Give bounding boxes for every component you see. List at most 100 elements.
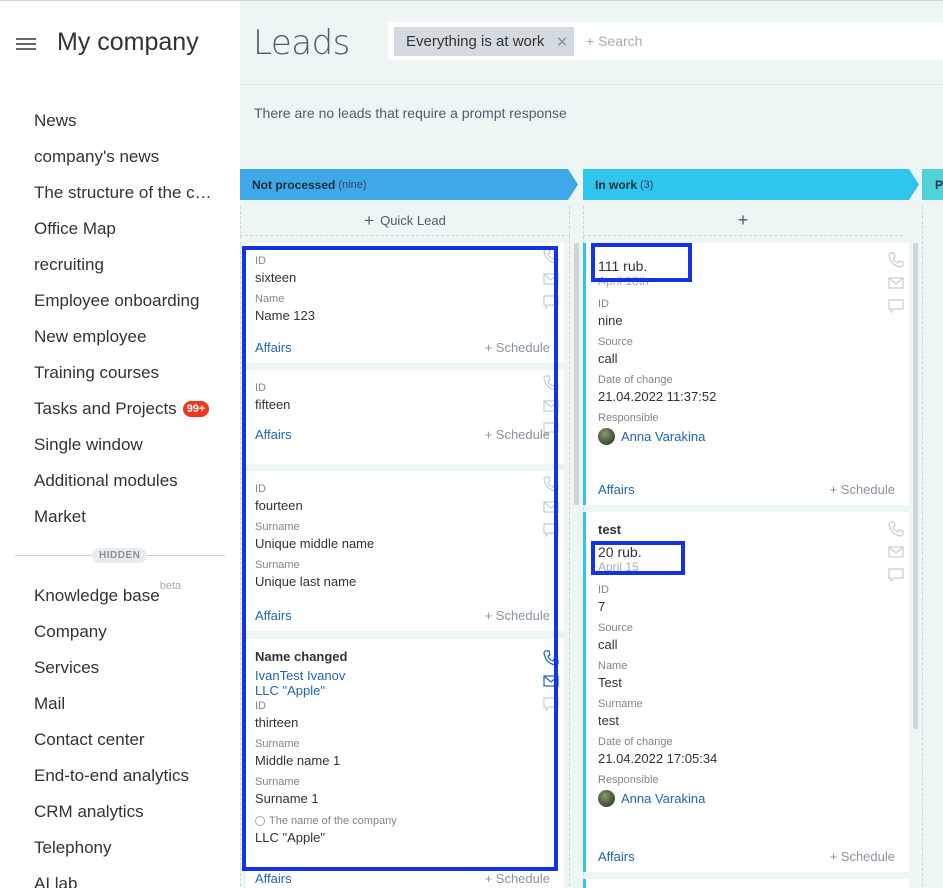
sidebar-item-tasks[interactable]: Tasks and Projects 99+ <box>34 391 216 427</box>
schedule-link[interactable]: + Schedule <box>485 608 550 623</box>
affairs-link[interactable]: Affairs <box>255 427 292 442</box>
responsible-link[interactable]: Anna Varakina <box>621 791 705 806</box>
sidebar-item-market[interactable]: Market <box>34 499 216 535</box>
lead-card[interactable]: ID fourteen Surname Unique middle name S… <box>246 471 564 631</box>
search-bar[interactable]: Everything is at work ✕ + Search <box>388 22 943 60</box>
phone-icon[interactable] <box>542 649 560 667</box>
chat-icon[interactable] <box>887 297 905 315</box>
sidebar-item-structure[interactable]: The structure of the co... <box>34 175 216 211</box>
column-header-not-processed[interactable]: Not processed (nine) <box>240 169 578 200</box>
contact-link[interactable]: IvanTest Ivanov <box>255 668 564 683</box>
schedule-link[interactable]: + Schedule <box>830 849 895 864</box>
affairs-link[interactable]: Affairs <box>255 871 292 886</box>
lead-card[interactable]: ID fifteen Affairs + Schedule <box>246 370 564 464</box>
mail-icon[interactable] <box>887 274 905 292</box>
column-scrollbar[interactable] <box>574 243 579 505</box>
schedule-link[interactable]: + Schedule <box>830 482 895 497</box>
responsible-link[interactable]: Anna Varakina <box>621 429 705 444</box>
sidebar-item-company-news[interactable]: company's news <box>34 139 216 175</box>
chat-icon[interactable] <box>887 566 905 584</box>
company-link[interactable]: LLC "Apple" <box>255 683 564 698</box>
column-header-next[interactable]: P <box>922 169 943 200</box>
schedule-link[interactable]: + Schedule <box>485 871 550 886</box>
filter-chip[interactable]: Everything is at work ✕ <box>394 27 575 56</box>
lead-price: 111 rub. <box>598 258 648 274</box>
mail-icon[interactable] <box>542 672 560 690</box>
lead-title[interactable]: Name changed <box>255 649 564 664</box>
mail-icon[interactable] <box>542 270 560 288</box>
building-icon <box>255 816 265 826</box>
column-border <box>922 206 923 888</box>
sidebar-item-mail[interactable]: Mail <box>34 686 189 722</box>
affairs-link[interactable]: Affairs <box>598 482 635 497</box>
quick-lead-button[interactable]: + Quick Lead <box>240 206 570 236</box>
sidebar-item-news[interactable]: News <box>34 103 216 139</box>
lead-title[interactable]: test <box>598 522 909 537</box>
sidebar-item-services[interactable]: Services <box>34 650 189 686</box>
tasks-badge: 99+ <box>182 401 210 417</box>
lead-card[interactable]: ID sixteen Name Name 123 Affairs + Schedu… <box>246 243 564 363</box>
mail-icon[interactable] <box>542 498 560 516</box>
sidebar-item-contact-center[interactable]: Contact center <box>34 722 189 758</box>
close-icon[interactable]: ✕ <box>556 33 569 51</box>
phone-icon[interactable] <box>542 475 560 493</box>
filter-chip-label: Everything is at work <box>406 33 545 50</box>
affairs-link[interactable]: Affairs <box>255 608 292 623</box>
affairs-link[interactable]: Affairs <box>255 340 292 355</box>
sidebar-item-crm-analytics[interactable]: CRM analytics <box>34 794 189 830</box>
schedule-link[interactable]: + Schedule <box>485 427 550 442</box>
lead-card[interactable]: test 20 rub. April 15 ID 7 Source call N… <box>583 512 909 872</box>
sidebar-item-onboarding[interactable]: Employee onboarding <box>34 283 216 319</box>
chat-icon[interactable] <box>542 521 560 539</box>
sidebar: My company News company's news The struc… <box>0 0 240 888</box>
lead-card[interactable] <box>583 879 909 888</box>
phone-icon[interactable] <box>542 374 560 392</box>
column-border <box>569 206 570 888</box>
sidebar-item-recruiting[interactable]: recruiting <box>34 247 216 283</box>
company-title[interactable]: My company <box>57 28 199 57</box>
search-input[interactable]: + Search <box>586 33 642 49</box>
affairs-link[interactable]: Affairs <box>598 849 635 864</box>
column-name: P <box>935 177 943 192</box>
sidebar-item-analytics[interactable]: End-to-end analytics <box>34 758 189 794</box>
sidebar-menu: News company's news The structure of the… <box>34 103 216 535</box>
lead-card[interactable]: 111 rub. April 18th ID nine Source call … <box>583 243 909 505</box>
card-actions <box>887 251 905 315</box>
card-actions <box>542 649 560 713</box>
sidebar-item-single-window[interactable]: Single window <box>34 427 216 463</box>
menu-icon[interactable] <box>16 38 36 52</box>
sidebar-item-company[interactable]: Company <box>34 614 189 650</box>
phone-icon[interactable] <box>887 520 905 538</box>
sidebar-item-additional-modules[interactable]: Additional modules <box>34 463 216 499</box>
column-name: In work <box>595 177 638 192</box>
phone-icon[interactable] <box>542 247 560 265</box>
chat-icon[interactable] <box>542 293 560 311</box>
plus-icon: + <box>364 210 375 230</box>
sidebar-item-ai-lab[interactable]: AI lab <box>34 866 189 888</box>
hidden-toggle[interactable]: HIDDEN <box>92 548 148 563</box>
beta-tag: beta <box>159 580 182 592</box>
column-scrollbar[interactable] <box>913 243 918 729</box>
schedule-link[interactable]: + Schedule <box>485 340 550 355</box>
mail-icon[interactable] <box>542 397 560 415</box>
mail-icon[interactable] <box>887 543 905 561</box>
lead-card[interactable]: Name changed IvanTest Ivanov LLC "Apple"… <box>246 639 564 888</box>
add-lead-button[interactable]: + <box>583 206 903 236</box>
sidebar-item-telephony[interactable]: Telephony <box>34 830 189 866</box>
phone-icon[interactable] <box>887 251 905 269</box>
header-divider <box>240 84 943 85</box>
card-actions <box>542 475 560 539</box>
chat-icon[interactable] <box>542 695 560 713</box>
column-name: Not processed <box>252 177 336 192</box>
main-area: Leads Everything is at work ✕ + Search T… <box>240 0 943 888</box>
card-actions <box>887 520 905 584</box>
sidebar-item-training[interactable]: Training courses <box>34 355 216 391</box>
sidebar-item-office-map[interactable]: Office Map <box>34 211 216 247</box>
avatar <box>598 790 615 807</box>
card-actions <box>542 247 560 311</box>
sidebar-item-new-employee[interactable]: New employee <box>34 319 216 355</box>
column-header-in-work[interactable]: In work (3) <box>583 169 919 200</box>
sidebar-item-knowledge-base[interactable]: Knowledge base beta <box>34 578 189 614</box>
lead-price: 20 rub. <box>598 544 642 560</box>
column-count: (nine) <box>338 178 367 191</box>
